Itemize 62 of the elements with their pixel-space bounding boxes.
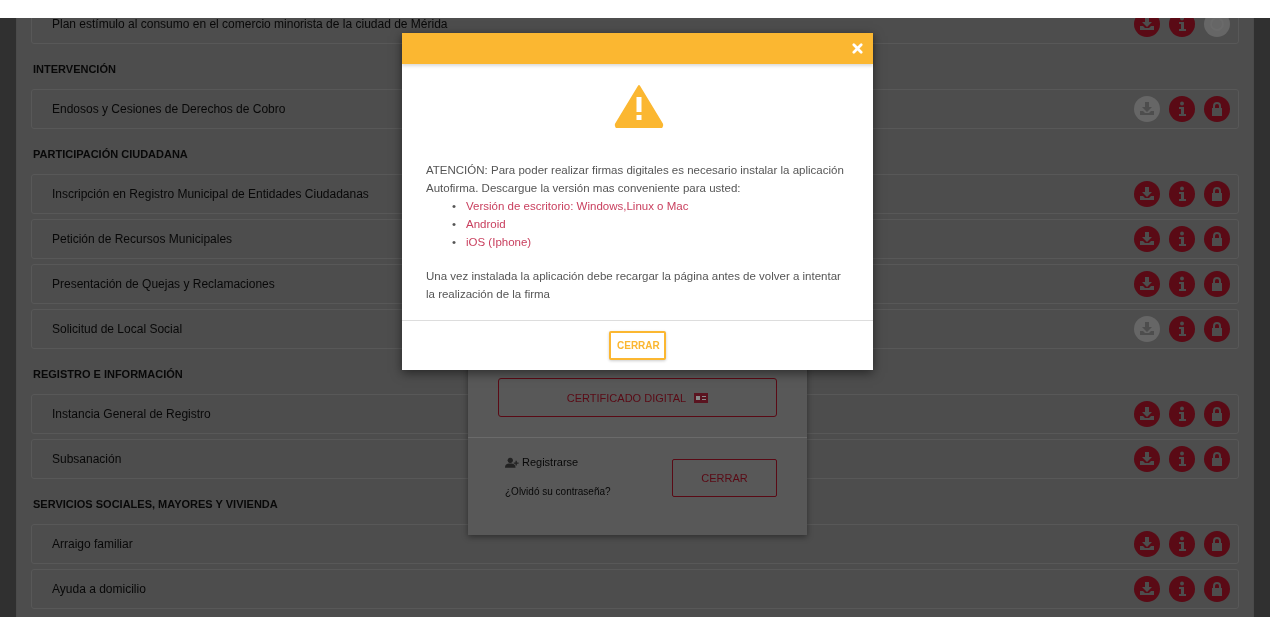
info-icon[interactable] <box>1169 226 1195 252</box>
download-icon[interactable] <box>1134 271 1160 297</box>
lock-icon[interactable] <box>1204 226 1230 252</box>
procedure-label: Instancia General de Registro <box>52 407 211 421</box>
download-icon[interactable] <box>1134 576 1160 602</box>
procedure-label: Arraigo familiar <box>52 537 133 551</box>
bullet: • <box>452 199 458 214</box>
section-heading: SERVICIOS SOCIALES, MAYORES Y VIVIENDA <box>33 497 278 512</box>
download-link[interactable]: Android <box>466 218 506 230</box>
procedure-label: Presentación de Quejas y Reclamaciones <box>52 277 275 291</box>
id-card-icon <box>694 392 709 403</box>
bullet: • <box>452 235 458 250</box>
download-link[interactable]: iOS (Iphone) <box>466 236 532 248</box>
close-button[interactable]: CERRAR <box>672 459 777 497</box>
warning-message: ATENCIÓN: Para poder realizar firmas digitales es necesario instalar la aplicación Autofirma. Descargue la versión mas conveniente para usted: <box>426 163 845 196</box>
lock-icon[interactable] <box>1204 531 1230 557</box>
section-heading: REGISTRO E INFORMACIÓN <box>33 367 183 382</box>
procedure-row[interactable]: Ayuda a domicilio <box>31 569 1239 609</box>
warning-icon <box>613 84 664 128</box>
forgot-password-link[interactable]: ¿Olvidó su contraseña? <box>505 486 611 497</box>
section-heading: INTERVENCIÓN <box>33 62 116 77</box>
lock-icon[interactable] <box>1204 576 1230 602</box>
download-icon[interactable] <box>1134 181 1160 207</box>
procedure-label: Plan estímulo al consumo en el comercio minorista de la ciudad de Mérida <box>52 18 448 31</box>
lock-icon[interactable] <box>1204 271 1230 297</box>
download-icon[interactable] <box>1134 446 1160 472</box>
section-heading: PARTICIPACIÓN CIUDADANA <box>33 147 188 162</box>
download-icon[interactable] <box>1134 226 1160 252</box>
reload-note: Una vez instalada la aplicación debe recargar la página antes de volver a intentar la realización de la firma <box>426 269 842 302</box>
close-icon[interactable] <box>852 43 863 54</box>
info-icon[interactable] <box>1169 446 1195 472</box>
lock-icon[interactable] <box>1204 96 1230 122</box>
lock-icon[interactable] <box>1204 316 1230 342</box>
download-icon[interactable] <box>1134 316 1160 342</box>
register-link[interactable]: Registrarse <box>505 456 611 468</box>
lock-icon[interactable] <box>1204 181 1230 207</box>
bullet: • <box>452 217 458 232</box>
info-icon[interactable] <box>1169 271 1195 297</box>
lock-icon[interactable] <box>1204 401 1230 427</box>
info-icon[interactable] <box>1169 181 1195 207</box>
procedure-label: Inscripción en Registro Municipal de Entidades Ciudadanas <box>52 187 369 201</box>
add-user-icon <box>505 456 519 468</box>
clock-icon[interactable] <box>1204 18 1230 37</box>
procedure-label: Endosos y Cesiones de Derechos de Cobro <box>52 102 286 116</box>
info-icon[interactable] <box>1169 96 1195 122</box>
info-icon[interactable] <box>1169 18 1195 37</box>
info-icon[interactable] <box>1169 531 1195 557</box>
download-icon[interactable] <box>1134 401 1160 427</box>
procedure-label: Petición de Recursos Municipales <box>52 232 233 246</box>
procedure-label: Solicitud de Local Social <box>52 322 183 336</box>
certificate-button[interactable]: CERTIFICADO DIGITAL <box>498 378 777 417</box>
info-icon[interactable] <box>1169 576 1195 602</box>
procedure-label: Subsanación <box>52 452 122 466</box>
download-link[interactable]: Versión de escritorio: Windows,Linux o Mac <box>466 200 689 212</box>
procedure-label: Ayuda a domicilio <box>52 582 146 596</box>
lock-icon[interactable] <box>1204 446 1230 472</box>
download-icon[interactable] <box>1134 531 1160 557</box>
download-icon[interactable] <box>1134 96 1160 122</box>
download-icon[interactable] <box>1134 18 1160 37</box>
info-icon[interactable] <box>1169 316 1195 342</box>
info-icon[interactable] <box>1169 401 1195 427</box>
close-button[interactable]: CERRAR <box>609 331 666 360</box>
